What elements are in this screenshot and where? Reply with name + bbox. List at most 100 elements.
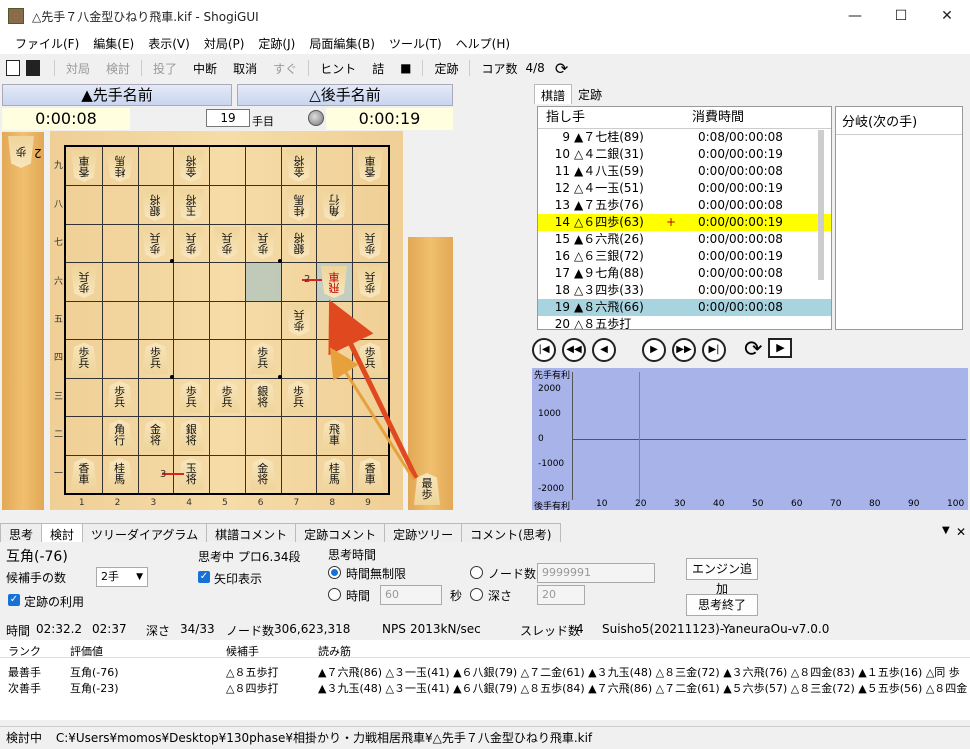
tab-joseki-comment[interactable]: 定跡コメント: [295, 523, 386, 543]
kifu-row[interactable]: 11 ▲４八玉(59) 0:00/00:00:08: [538, 163, 831, 180]
gote-piece[interactable]: 歩兵: [357, 227, 383, 259]
tab-joseki[interactable]: 定跡: [572, 84, 608, 104]
gote-piece[interactable]: 歩兵: [142, 227, 168, 259]
close-button[interactable]: ✕: [924, 0, 970, 32]
save-icon[interactable]: [26, 60, 40, 76]
tab-analysis[interactable]: 検討: [41, 523, 84, 543]
menu-file[interactable]: ファイル(F): [8, 35, 86, 52]
tab-joseki-tree[interactable]: 定跡ツリー: [384, 523, 463, 543]
kifu-row[interactable]: 17 ▲９七角(88) 0:00/00:00:08: [538, 265, 831, 282]
playback-icon[interactable]: ▶: [768, 338, 793, 358]
maximize-button[interactable]: ☐: [878, 0, 924, 32]
sente-piece[interactable]: 歩兵: [357, 342, 384, 375]
gote-piece[interactable]: 歩兵: [214, 227, 240, 259]
refresh-icon[interactable]: ⟳: [555, 59, 568, 78]
time-radio[interactable]: [328, 588, 341, 601]
sente-piece[interactable]: 金将: [249, 457, 276, 490]
depth-radio[interactable]: [470, 588, 483, 601]
kifu-row[interactable]: 16 △６三銀(72) 0:00/00:00:19: [538, 248, 831, 265]
board-grid[interactable]: 香車桂馬金将金将香車銀将玉将桂馬角行歩兵歩兵歩兵歩兵銀将歩兵歩兵飛車歩兵歩兵歩兵…: [64, 145, 390, 495]
sente-piece[interactable]: 飛車: [321, 419, 348, 452]
analyze-button[interactable]: 検討: [102, 60, 134, 77]
sente-piece[interactable]: 歩兵: [249, 342, 276, 375]
sente-piece[interactable]: 歩兵: [70, 342, 97, 375]
gote-piece[interactable]: 桂馬: [107, 150, 133, 182]
kifu-row[interactable]: 14 △６四歩(63) +0:00/00:00:19: [538, 214, 831, 231]
undo-button[interactable]: 取消: [229, 60, 261, 77]
sente-piece[interactable]: 香車: [70, 457, 97, 490]
play-button[interactable]: 対局: [62, 60, 94, 77]
branch-panel[interactable]: 分岐(次の手): [835, 106, 963, 330]
gote-piece[interactable]: 金将: [286, 150, 312, 182]
add-engine-button[interactable]: エンジン追加: [686, 558, 758, 596]
gote-piece[interactable]: 香車: [357, 150, 383, 182]
sente-piece[interactable]: 歩兵: [178, 380, 205, 413]
minimize-button[interactable]: —: [832, 0, 878, 32]
kifu-row[interactable]: 20 △８五歩打: [538, 316, 831, 329]
mate-button[interactable]: 詰: [368, 60, 388, 77]
gote-piece[interactable]: 香車: [71, 150, 97, 182]
candidate-table[interactable]: ランク 評価値 候補手 読み筋 最善手 互角(-76) △８五歩打 ▲７六飛(86) …: [0, 640, 970, 720]
joseki-button[interactable]: 定跡: [430, 60, 462, 77]
gote-piece[interactable]: 歩兵: [71, 266, 97, 298]
kifu-list[interactable]: 指し手 消費時間 9 ▲７七桂(89) 0:08/00:00:08 10 △４二銀(31…: [537, 106, 832, 330]
gote-piece[interactable]: 飛車: [321, 266, 347, 298]
sente-piece[interactable]: 桂馬: [321, 457, 348, 490]
new-file-icon[interactable]: [6, 60, 20, 76]
next-icon[interactable]: ▶: [642, 338, 666, 362]
menu-play[interactable]: 対局(P): [197, 35, 252, 52]
time-input[interactable]: 60: [380, 585, 442, 605]
menu-board-edit[interactable]: 局面編集(B): [302, 35, 382, 52]
sente-piece[interactable]: 歩兵: [106, 380, 133, 413]
menu-tools[interactable]: ツール(T): [382, 35, 449, 52]
nodes-input[interactable]: 9999991: [537, 563, 655, 583]
next10-icon[interactable]: ▶▶: [672, 338, 696, 362]
gote-piece[interactable]: 歩兵: [250, 227, 276, 259]
menu-edit[interactable]: 編集(E): [86, 35, 141, 52]
book-checkbox[interactable]: ✓: [8, 594, 20, 606]
gote-piece[interactable]: 銀将: [286, 227, 312, 259]
unlimited-radio[interactable]: [328, 566, 341, 579]
nodes-radio[interactable]: [470, 566, 483, 579]
gote-piece[interactable]: 歩兵: [178, 227, 204, 259]
move-now-button[interactable]: すぐ: [269, 60, 301, 77]
menu-help[interactable]: ヘルプ(H): [449, 35, 517, 52]
evaluation-graph[interactable]: 先手有利 後手有利 2000 1000 0 -1000 -2000 10 20 30 40 50 60 7…: [532, 368, 968, 512]
depth-input[interactable]: 20: [537, 585, 585, 605]
stop-thinking-button[interactable]: 思考終了: [686, 594, 758, 616]
kifu-row[interactable]: 12 △４一玉(51) 0:00/00:00:19: [538, 180, 831, 197]
tab-thinking[interactable]: 思考: [0, 523, 43, 543]
first-move-icon[interactable]: |◀: [532, 338, 556, 362]
candidate-move[interactable]: △８五歩打: [226, 664, 278, 680]
gote-hand-piece[interactable]: 歩: [8, 136, 34, 168]
candidate-count-select[interactable]: 2手 ▼: [96, 567, 148, 587]
menu-joseki[interactable]: 定跡(J): [251, 35, 302, 52]
tab-kifu-comment[interactable]: 棋譜コメント: [206, 523, 297, 543]
sente-hand-piece[interactable]: 最歩: [414, 473, 440, 505]
gote-piece[interactable]: 歩兵: [286, 304, 312, 336]
tab-tree-diagram[interactable]: ツリーダイアグラム: [82, 523, 208, 543]
kifu-row[interactable]: 18 △３四歩(33) 0:00/00:00:19: [538, 282, 831, 299]
kifu-row[interactable]: 9 ▲７七桂(89) 0:08/00:00:08: [538, 129, 831, 146]
sente-piece[interactable]: 金将: [142, 419, 169, 452]
sente-piece[interactable]: 角行: [106, 419, 133, 452]
sente-piece[interactable]: 桂馬: [106, 457, 133, 490]
move-number-field[interactable]: 19: [206, 109, 250, 127]
arrows-checkbox[interactable]: ✓: [198, 571, 210, 583]
prev-icon[interactable]: ◀: [592, 338, 616, 362]
sente-piece[interactable]: 銀将: [178, 419, 205, 452]
tab-kifu[interactable]: 棋譜: [534, 84, 573, 104]
gote-piece[interactable]: 角行: [321, 189, 347, 221]
hint-button[interactable]: ヒント: [316, 60, 360, 77]
panel-close-icon[interactable]: ✕: [948, 523, 970, 541]
last-move-icon[interactable]: ▶|: [702, 338, 726, 362]
sente-piece[interactable]: 歩兵: [142, 342, 169, 375]
interrupt-button[interactable]: 中断: [189, 60, 221, 77]
sente-piece[interactable]: 香車: [357, 457, 384, 490]
stop-icon[interactable]: ■: [396, 61, 415, 75]
sente-piece[interactable]: 玉将: [178, 457, 205, 490]
resign-button[interactable]: 投了: [149, 60, 181, 77]
kifu-row[interactable]: 15 ▲６六飛(26) 0:00/00:00:08: [538, 231, 831, 248]
gote-piece[interactable]: 歩兵: [357, 266, 383, 298]
kifu-row[interactable]: 10 △４二銀(31) 0:00/00:00:19: [538, 146, 831, 163]
